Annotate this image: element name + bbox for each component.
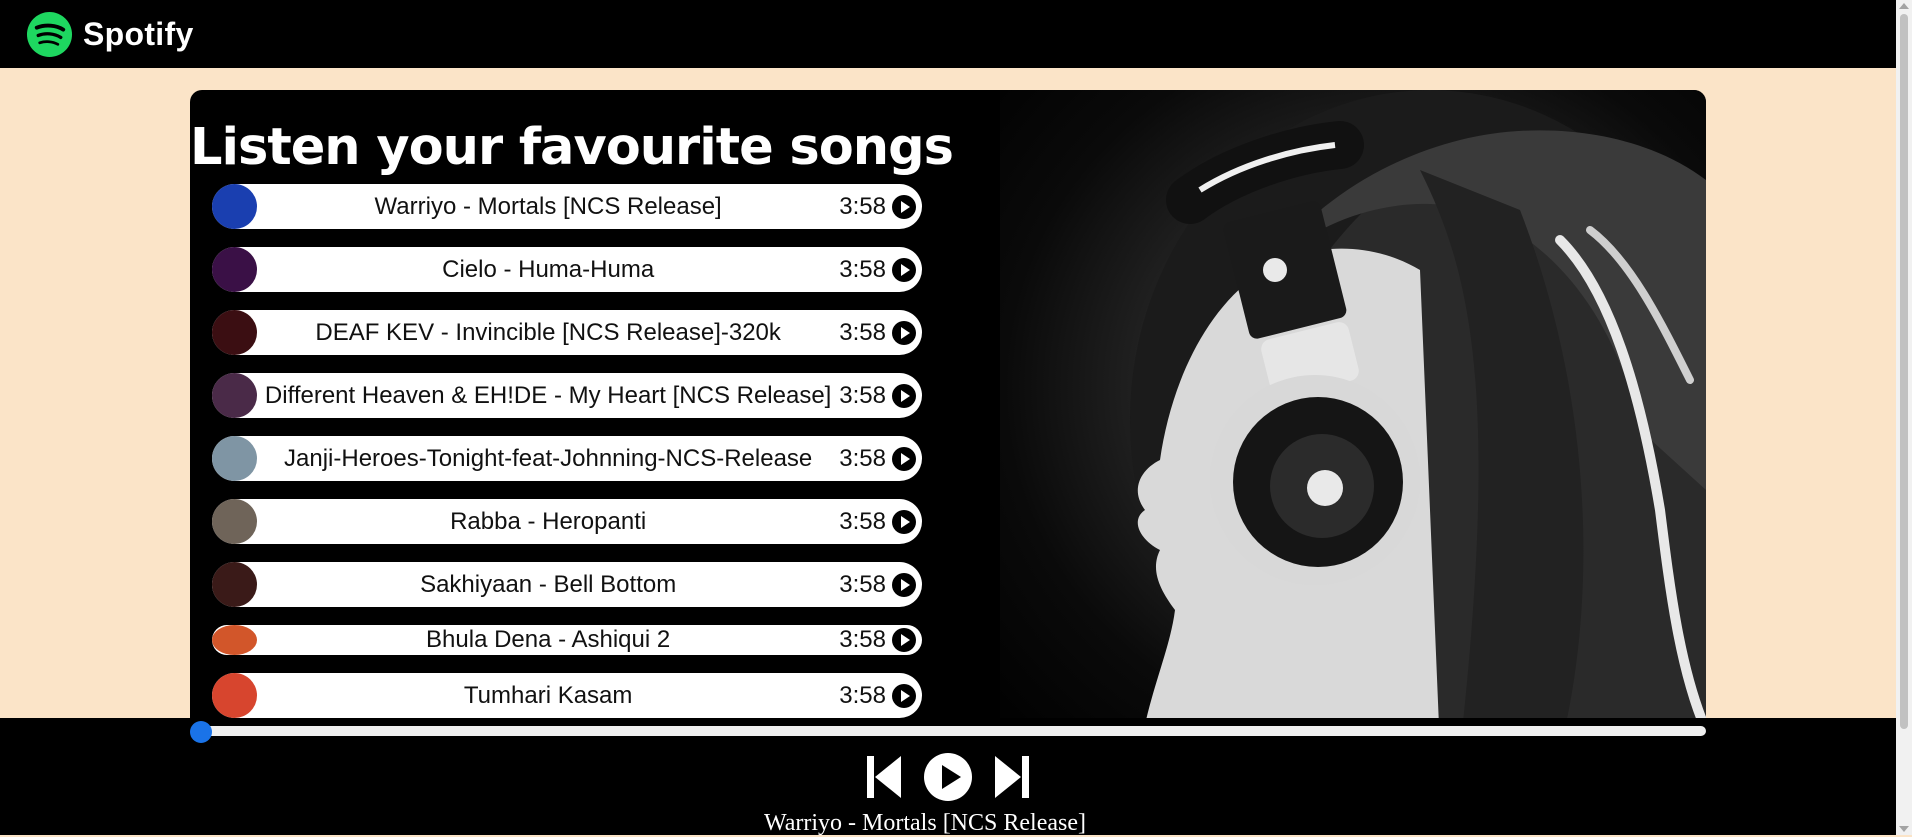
song-item[interactable]: Janji-Heroes-Tonight-feat-Johnning-NCS-R… [212,436,922,481]
song-duration: 3:58 [839,507,886,535]
song-item[interactable]: Warriyo - Mortals [NCS Release] 3:58 [212,184,922,229]
hero-image [1000,90,1706,750]
song-item[interactable]: Tumhari Kasam 3:58 [212,673,922,718]
top-navbar: Spotify [0,0,1896,68]
song-item[interactable]: DEAF KEV - Invincible [NCS Release]-320k… [212,310,922,355]
song-item[interactable]: Cielo - Huma-Huma 3:58 [212,247,922,292]
progress-bar[interactable] [192,726,1706,736]
song-cover-image [212,373,257,418]
song-title: Rabba - Heropanti [450,507,647,535]
song-title: Janji-Heroes-Tonight-feat-Johnning-NCS-R… [284,444,813,472]
headphones-girl-image [1130,90,1706,750]
song-cover-image [212,625,257,655]
play-song-icon[interactable] [892,509,916,534]
scroll-up-icon[interactable] [1899,3,1909,9]
progress-slider-thumb[interactable] [190,721,212,743]
song-title: Cielo - Huma-Huma [442,255,655,283]
page-scrollbar[interactable] [1896,0,1912,835]
skip-previous-icon[interactable] [867,754,901,800]
song-cover-image [212,499,257,544]
song-duration: 3:58 [839,318,886,346]
song-duration: 3:58 [839,381,886,409]
song-title: Tumhari Kasam [463,681,633,709]
page-title: Listen your favourite songs [190,118,954,177]
song-duration: 3:58 [839,192,886,220]
songs-container: Listen your favourite songs Warriyo - Mo… [190,90,1706,750]
play-song-icon[interactable] [892,194,916,219]
song-title: Bhula Dena - Ashiqui 2 [426,626,671,653]
song-cover-image [212,247,257,292]
scrollbar-thumb[interactable] [1900,14,1908,729]
song-cover-image [212,436,257,481]
app-name[interactable]: Spotify [83,16,194,53]
play-song-icon[interactable] [892,383,916,408]
play-circle-icon[interactable] [923,752,973,802]
song-duration: 3:58 [839,444,886,472]
play-song-icon[interactable] [892,572,916,597]
play-song-icon[interactable] [892,257,916,282]
song-cover-image [212,562,257,607]
song-item[interactable]: Sakhiyaan - Bell Bottom 3:58 [212,562,922,607]
song-cover-image [212,310,257,355]
play-song-icon[interactable] [892,446,916,471]
player-bar: Warriyo - Mortals [NCS Release] [0,718,1896,836]
song-duration: 3:58 [839,681,886,709]
song-item[interactable]: Different Heaven & EH!DE - My Heart [NCS… [212,373,922,418]
song-cover-image [212,673,257,718]
song-duration: 3:58 [839,570,886,598]
scroll-down-icon[interactable] [1899,826,1909,832]
now-playing-title: Warriyo - Mortals [NCS Release] [764,810,1086,836]
song-title: Different Heaven & EH!DE - My Heart [NCS… [264,381,832,409]
song-item[interactable]: Bhula Dena - Ashiqui 2 3:58 [212,625,922,655]
spotify-logo-icon[interactable] [26,11,73,58]
play-song-icon[interactable] [892,320,916,345]
song-cover-image [212,184,257,229]
song-duration: 3:58 [839,626,886,653]
play-song-icon[interactable] [892,683,916,708]
song-title: Sakhiyaan - Bell Bottom [420,570,677,598]
song-duration: 3:58 [839,255,886,283]
play-song-icon[interactable] [892,628,916,652]
player-controls [0,752,1896,802]
song-title: DEAF KEV - Invincible [NCS Release]-320k [315,318,781,346]
skip-next-icon[interactable] [995,754,1029,800]
song-item[interactable]: Rabba - Heropanti 3:58 [212,499,922,544]
song-title: Warriyo - Mortals [NCS Release] [374,192,722,220]
